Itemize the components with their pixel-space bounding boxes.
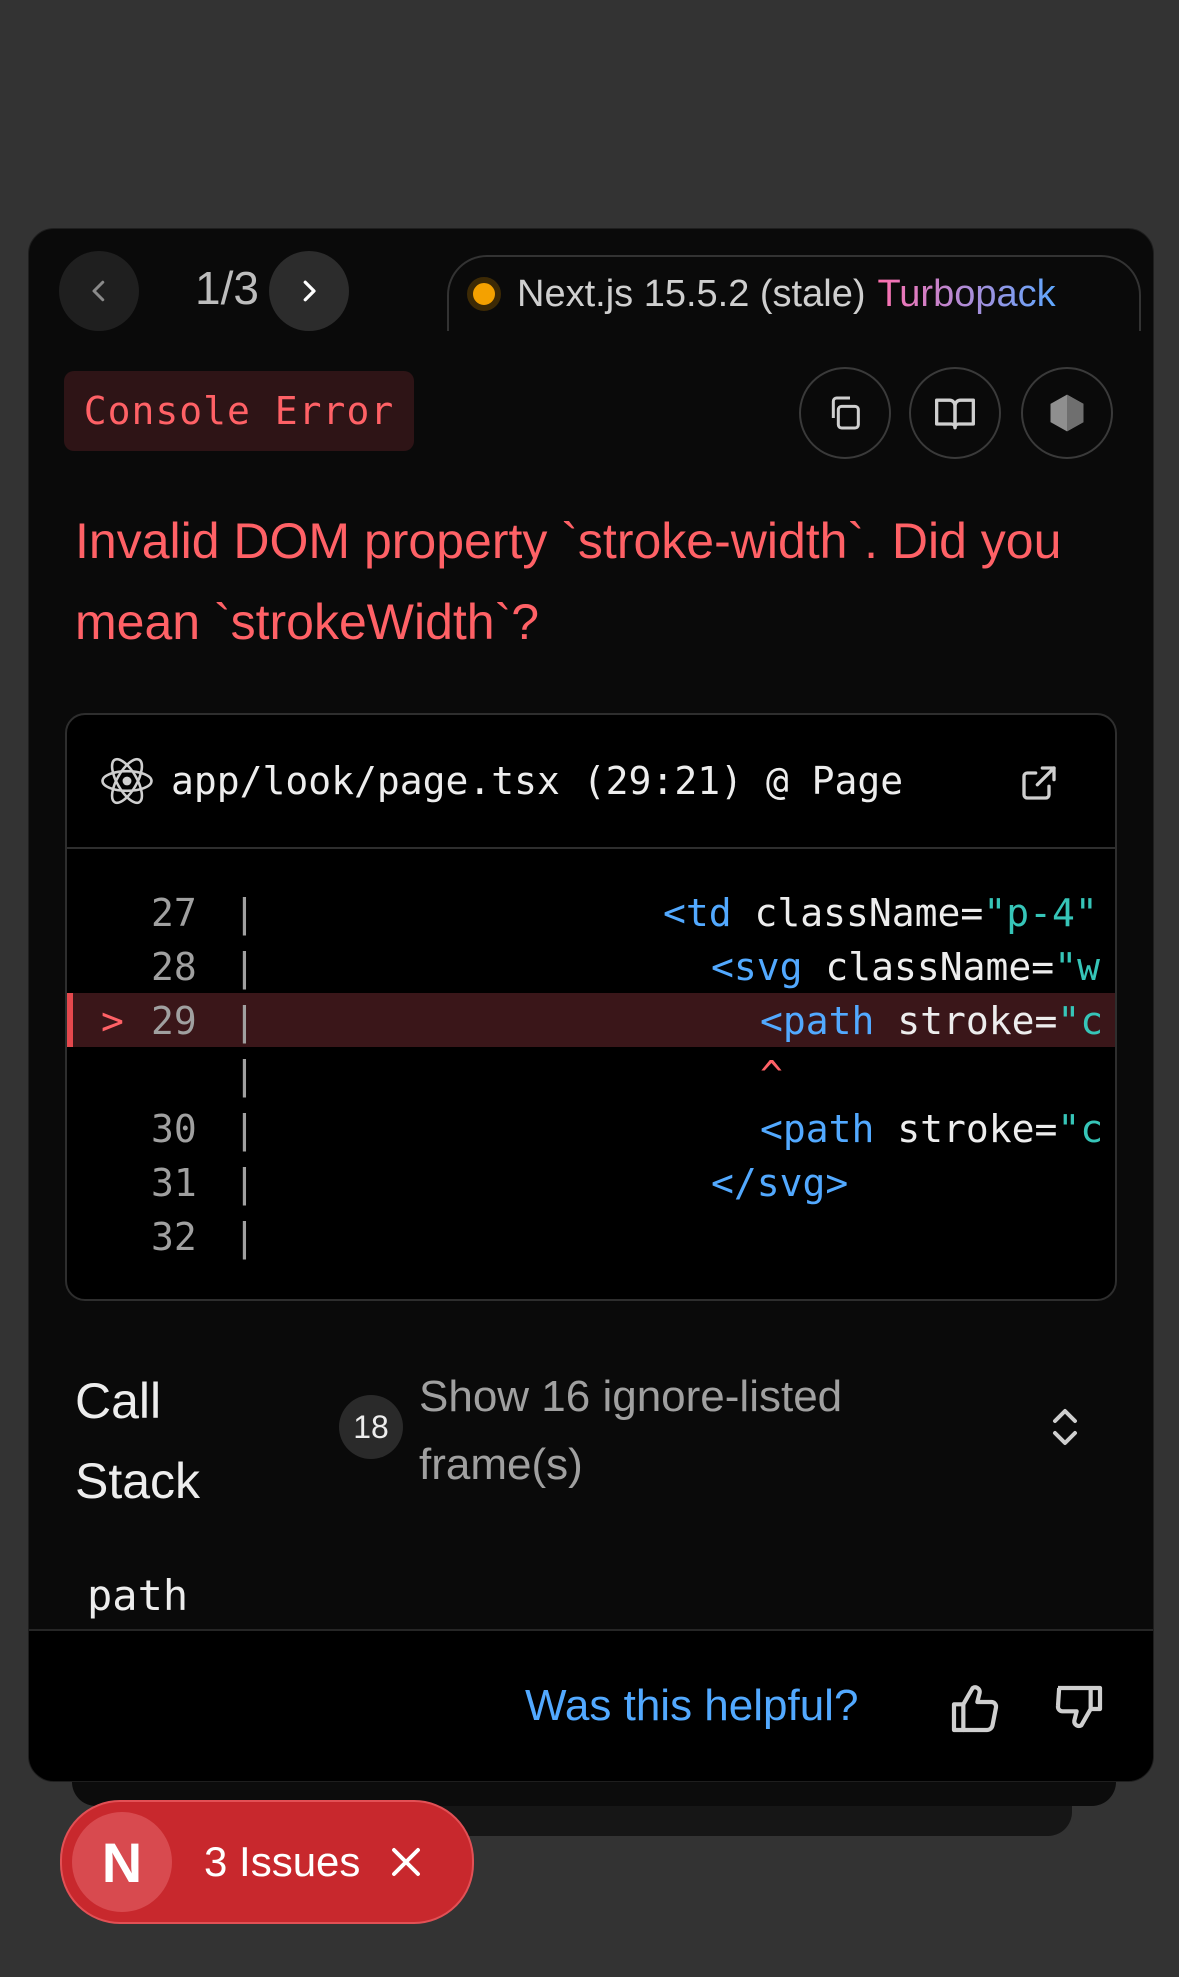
open-in-editor-icon[interactable] — [1019, 763, 1059, 803]
code-frame-header: app/look/page.tsx (29:21) @ Page — [67, 715, 1115, 849]
error-message: Invalid DOM property `stroke-width`. Did… — [75, 513, 1062, 650]
feedback-prompt: Was this helpful? — [525, 1681, 859, 1730]
code-line: 28 | <svg className="w — [151, 945, 1100, 989]
code-line: 27 | <td className="p-4" — [151, 891, 1098, 935]
error-dialog: 1/3 Next.js 15.5.2 (stale) Turbopack Con… — [28, 228, 1154, 1782]
code-line: 30 | <path stroke="c — [151, 1107, 1104, 1151]
chevron-expand-icon[interactable] — [1049, 1405, 1081, 1449]
version-label: Next.js 15.5.2 (stale) — [517, 272, 866, 315]
code-line: 32 | — [151, 1215, 256, 1259]
call-stack-title: Call Stack — [75, 1373, 201, 1509]
next-error-button[interactable] — [269, 251, 349, 331]
copy-error-button[interactable] — [799, 367, 891, 459]
bundler-label: Turbopack — [877, 272, 1056, 315]
stale-status-dot — [467, 277, 501, 311]
stack-frame-name[interactable]: path — [87, 1571, 188, 1620]
previous-error-button[interactable] — [59, 251, 139, 331]
code-line: 31 | </svg> — [151, 1161, 849, 1205]
code-frame: app/look/page.tsx (29:21) @ Page 27 | <td… — [65, 713, 1117, 1301]
book-icon — [935, 398, 975, 430]
thumbs-down-icon[interactable] — [1051, 1681, 1107, 1737]
code-line-caret: | ^ — [233, 1053, 783, 1097]
issues-count-label: 3 Issues — [204, 1838, 361, 1885]
page-count: 1/3 — [195, 262, 259, 314]
code-line-highlighted: >29 | <path stroke="c — [67, 993, 1115, 1047]
error-type-badge: Console Error — [64, 371, 414, 451]
source-file-path: app/look/page.tsx (29:21) @ Page — [171, 759, 904, 803]
react-icon — [101, 757, 153, 805]
feedback-footer: Was this helpful? — [29, 1629, 1153, 1781]
chevron-left-icon — [92, 280, 105, 302]
version-indicator[interactable]: Next.js 15.5.2 (stale) Turbopack — [447, 255, 1141, 331]
show-ignored-frames-toggle[interactable]: Show 16 ignore-listed frame(s) — [419, 1363, 939, 1499]
code-lines: 27 | <td className="p-4" 28 | <svg classNa… — [67, 849, 1115, 1263]
close-icon[interactable] — [388, 1844, 424, 1880]
nodejs-icon — [1050, 394, 1084, 432]
node-inspector-button[interactable] — [1021, 367, 1113, 459]
issues-indicator[interactable]: N 3 Issues — [60, 1800, 474, 1924]
frame-count-badge: 18 — [339, 1395, 403, 1459]
docs-button[interactable] — [909, 367, 1001, 459]
chevron-right-icon — [303, 280, 316, 302]
error-pagination: 1/3 Next.js 15.5.2 (stale) Turbopack — [59, 251, 1141, 331]
copy-icon — [831, 396, 860, 430]
thumbs-up-icon[interactable] — [947, 1681, 1003, 1737]
nextjs-logo: N — [72, 1812, 172, 1912]
